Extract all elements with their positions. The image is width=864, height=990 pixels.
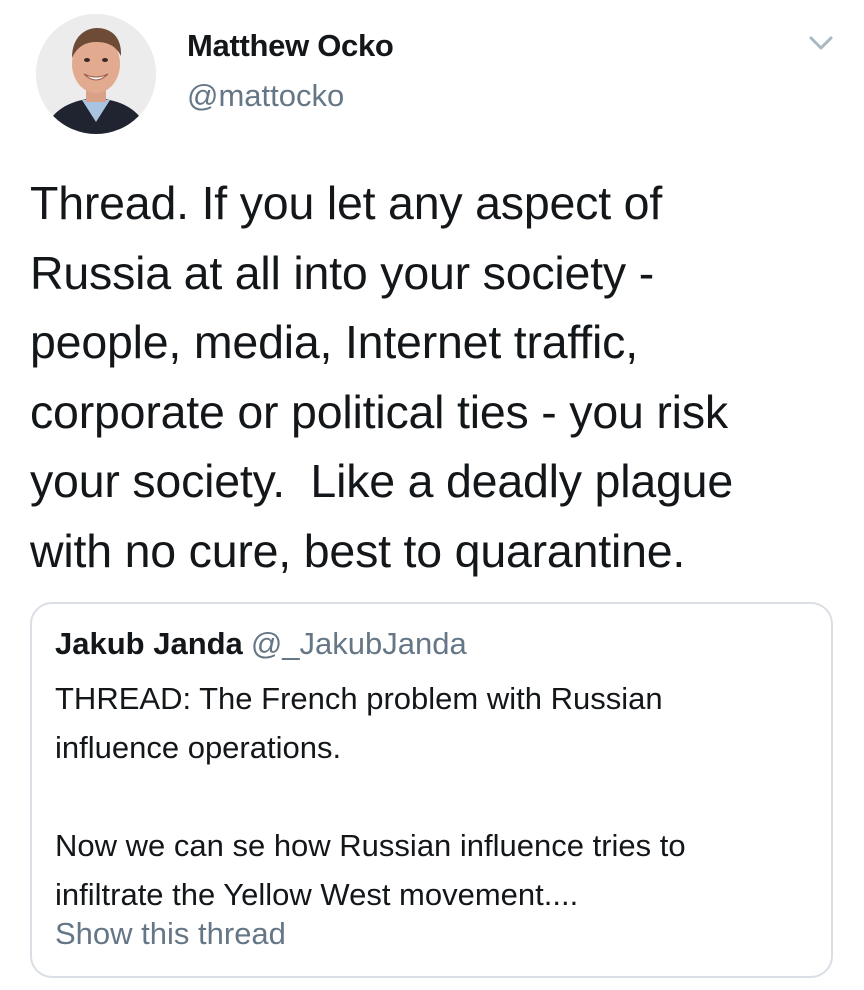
avatar-image [36,14,156,134]
author-handle[interactable]: @mattocko [187,78,344,114]
quoted-author-handle: @_JakubJanda [250,626,467,661]
show-thread-link[interactable]: Show this thread [55,916,286,952]
tweet-text: Thread. If you let any aspect of Russia … [30,177,733,577]
quoted-tweet-header: Jakub Janda @_JakubJanda [55,626,467,662]
quoted-tweet-card[interactable]: Jakub Janda @_JakubJanda THREAD: The Fren… [30,602,833,978]
avatar[interactable] [36,14,156,134]
quoted-tweet-text: THREAD: The French problem with Russian … [55,681,686,912]
author-display-name[interactable]: Matthew Ocko [187,28,394,64]
chevron-down-icon[interactable] [804,26,838,60]
quoted-author-display-name: Jakub Janda [55,626,243,661]
tweet: Matthew Ocko @mattocko Thread. If you le… [0,0,864,990]
